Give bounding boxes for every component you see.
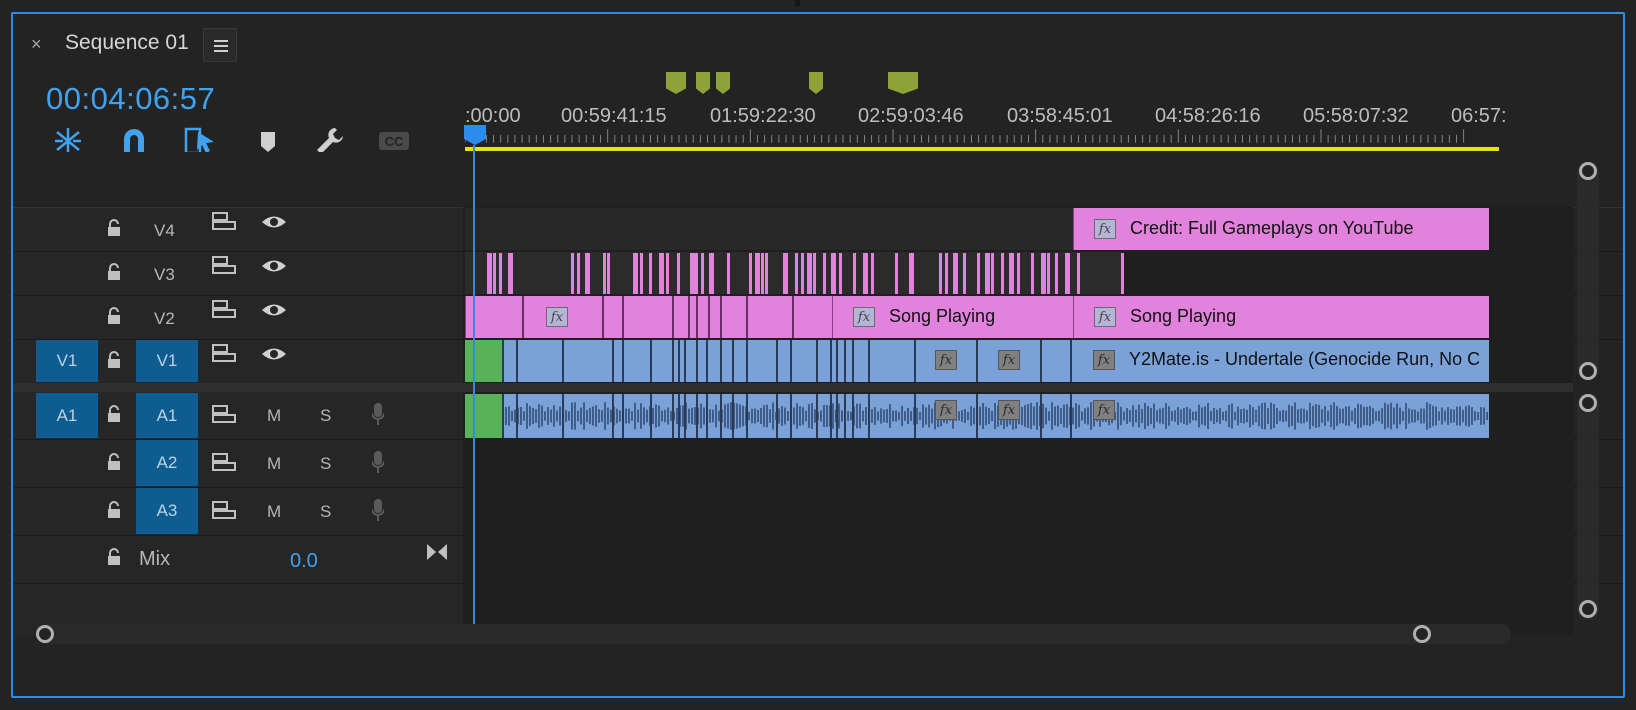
zoom-handle-right[interactable] (1413, 625, 1431, 643)
ruler-label: 03:58:45:01 (1007, 105, 1113, 127)
ruler-label: 01:59:22:30 (710, 105, 816, 127)
sync-lock-icon[interactable] (211, 210, 237, 232)
video-audio-divider[interactable] (13, 383, 1573, 392)
lock-icon[interactable] (106, 350, 122, 370)
visibility-eye-icon[interactable] (260, 257, 288, 275)
lock-icon[interactable] (106, 262, 122, 282)
fx-badge[interactable]: fx (853, 307, 875, 327)
sync-lock-icon[interactable] (211, 403, 237, 425)
window-top-notch (795, 0, 800, 6)
sequence-marker[interactable] (696, 72, 710, 94)
time-ruler-ticks[interactable] (465, 129, 1515, 143)
clip-song-playing-1[interactable]: fx Song Playing (832, 296, 1073, 338)
mix-volume-value[interactable]: 0.0 (290, 550, 318, 573)
fx-badge[interactable]: fx (1093, 350, 1115, 370)
sequence-marker[interactable] (716, 72, 730, 94)
clip-label: Credit: Full Gameplays on YouTube (1130, 218, 1414, 238)
fx-badge[interactable]: fx (935, 350, 957, 370)
sync-lock-icon[interactable] (211, 451, 237, 473)
playhead-line[interactable] (473, 145, 475, 635)
close-icon[interactable]: × (31, 34, 42, 55)
track-name-v3[interactable]: V3 (154, 265, 175, 285)
mix-track-label: Mix (139, 548, 171, 570)
sync-lock-icon[interactable] (211, 499, 237, 521)
track-name-a2[interactable]: A2 (136, 440, 198, 486)
sync-lock-icon[interactable] (211, 254, 237, 276)
lock-icon[interactable] (106, 452, 122, 472)
ruler-label: 00:59:41:15 (561, 105, 667, 127)
mute-button[interactable]: M (267, 502, 281, 522)
clip-label-main: Y2Mate.is - Undertale (Genocide Run, No … (1129, 349, 1479, 369)
solo-button[interactable]: S (320, 454, 331, 474)
panel-menu-button[interactable] (203, 28, 237, 62)
video-vertical-scrollbar[interactable] (1577, 162, 1599, 380)
visibility-eye-icon[interactable] (260, 213, 288, 231)
fx-badge[interactable]: fx (1093, 400, 1115, 420)
lock-icon[interactable] (106, 547, 122, 567)
sequence-marker[interactable] (809, 72, 823, 94)
fx-badge[interactable]: fx (935, 400, 957, 420)
scroll-handle-top[interactable] (1579, 394, 1597, 412)
v3-short-clips[interactable] (465, 252, 1125, 294)
clip-label: Song Playing (1130, 306, 1237, 326)
clip-song-playing-2[interactable]: fx Song Playing (1073, 296, 1489, 338)
voiceover-mic-icon[interactable] (372, 499, 384, 521)
sequence-marker[interactable] (888, 72, 918, 94)
sequence-marker[interactable] (666, 72, 686, 94)
track-name-v2[interactable]: V2 (154, 309, 175, 329)
visibility-eye-icon[interactable] (260, 345, 288, 363)
lock-icon[interactable] (106, 404, 122, 424)
solo-button[interactable]: S (320, 502, 331, 522)
source-patch-a1[interactable]: A1 (36, 393, 98, 438)
timeline-panel: × Sequence 01 00:04:06:57 CC :00:00 00:5… (11, 12, 1625, 698)
scroll-handle-bottom[interactable] (1579, 362, 1597, 380)
lock-icon[interactable] (106, 218, 122, 238)
audio-vertical-scrollbar[interactable] (1577, 394, 1599, 620)
track-name-v4[interactable]: V4 (154, 221, 175, 241)
lock-icon[interactable] (106, 500, 122, 520)
audio-waveform (502, 394, 1488, 438)
v4-gap (465, 208, 1073, 250)
captions-label: CC (385, 134, 404, 149)
sync-lock-icon[interactable] (211, 342, 237, 364)
fx-badge[interactable]: fx (1094, 307, 1116, 327)
mute-button[interactable]: M (267, 406, 281, 426)
sequence-tab-title[interactable]: Sequence 01 (65, 31, 189, 55)
track-name-a3[interactable]: A3 (136, 488, 198, 534)
clip-label: Song Playing (889, 306, 996, 326)
fx-badge[interactable]: fx (1094, 219, 1116, 239)
ruler-label: 04:58:26:16 (1155, 105, 1261, 127)
ruler-label: 05:58:07:32 (1303, 105, 1409, 127)
v2-cut-lines (522, 296, 794, 338)
scroll-handle-top[interactable] (1579, 162, 1597, 180)
ruler-label: 06:57: (1451, 105, 1507, 127)
ruler-label: :00:00 (465, 105, 521, 127)
voiceover-mic-icon[interactable] (372, 403, 384, 425)
fx-badge[interactable]: fx (998, 400, 1020, 420)
ruler-label: 02:59:03:46 (858, 105, 964, 127)
lock-icon[interactable] (106, 306, 122, 326)
solo-button[interactable]: S (320, 406, 331, 426)
source-patch-v1[interactable]: V1 (36, 340, 98, 382)
track-name-a1[interactable]: A1 (136, 393, 198, 438)
track-name-v1[interactable]: V1 (136, 340, 198, 382)
fx-badge[interactable]: fx (998, 350, 1020, 370)
mute-button[interactable]: M (267, 454, 281, 474)
mix-expand-icon[interactable] (425, 542, 449, 562)
zoom-handle-left[interactable] (36, 625, 54, 643)
clip-credit[interactable]: fx Credit: Full Gameplays on YouTube (1073, 208, 1489, 250)
scroll-handle-bottom[interactable] (1579, 600, 1597, 618)
playhead-timecode[interactable]: 00:04:06:57 (46, 81, 215, 117)
voiceover-mic-icon[interactable] (372, 451, 384, 473)
horizontal-zoom-scrollbar[interactable] (37, 624, 1511, 644)
visibility-eye-icon[interactable] (260, 301, 288, 319)
work-area-bar[interactable] (465, 147, 1499, 151)
sync-lock-icon[interactable] (211, 298, 237, 320)
header-spacer (13, 152, 463, 207)
